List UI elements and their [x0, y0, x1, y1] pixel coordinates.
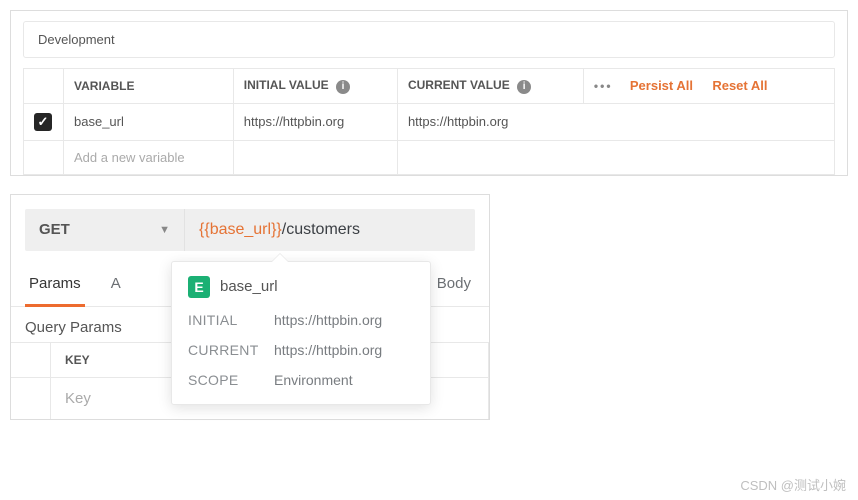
col-initial-value: INITIAL VALUE i [233, 69, 397, 104]
variable-tooltip: E base_url INITIAL https://httpbin.org C… [171, 261, 431, 405]
tab-params[interactable]: Params [25, 265, 85, 307]
persist-all-button[interactable]: Persist All [630, 78, 693, 93]
tooltip-current-value: https://httpbin.org [274, 342, 414, 358]
col-current-value: CURRENT VALUE i [397, 69, 583, 104]
add-variable-input[interactable]: Add a new variable [64, 140, 234, 174]
tooltip-initial-label: INITIAL [188, 312, 274, 328]
chevron-down-icon: ▼ [159, 224, 170, 236]
col-initial-label: INITIAL VALUE [244, 78, 329, 92]
initial-value-cell[interactable]: https://httpbin.org [233, 103, 397, 140]
url-input[interactable]: {{base_url}}/customers [185, 209, 475, 251]
tooltip-header: E base_url [188, 276, 414, 298]
kv-spacer [11, 343, 51, 378]
watermark-text: CSDN @测试小婉 [740, 475, 846, 494]
table-row: ✓ base_url https://httpbin.org https://h… [24, 103, 835, 140]
tooltip-scope-value: Environment [274, 372, 414, 388]
environment-panel: Development VARIABLE INITIAL VALUE i CUR… [10, 10, 848, 176]
variables-table: VARIABLE INITIAL VALUE i CURRENT VALUE i… [23, 68, 835, 175]
kv-spacer [11, 378, 51, 419]
method-select[interactable]: GET ▼ [25, 209, 185, 251]
tooltip-scope-label: SCOPE [188, 372, 274, 388]
tab-authorization-truncated[interactable]: A [107, 265, 125, 306]
add-current-empty[interactable] [397, 140, 834, 174]
row-checkbox-cell[interactable]: ✓ [24, 103, 64, 140]
tab-body[interactable]: Body [433, 265, 475, 306]
checkbox-header [24, 69, 64, 104]
url-variable-token: {{base_url}} [199, 221, 282, 239]
method-label: GET [39, 221, 70, 238]
variable-name-cell[interactable]: base_url [64, 103, 234, 140]
tooltip-variable-name: base_url [220, 278, 278, 295]
col-variable: VARIABLE [64, 69, 234, 104]
tooltip-initial-value: https://httpbin.org [274, 312, 414, 328]
row-checkbox-cell-empty [24, 140, 64, 174]
url-path: /customers [282, 221, 360, 239]
tooltip-grid: INITIAL https://httpbin.org CURRENT http… [188, 312, 414, 388]
actions-header: ••• Persist All Reset All [583, 69, 834, 104]
environment-title[interactable]: Development [23, 21, 835, 58]
add-initial-empty[interactable] [233, 140, 397, 174]
env-badge-icon: E [188, 276, 210, 298]
col-current-label: CURRENT VALUE [408, 78, 510, 92]
reset-all-button[interactable]: Reset All [712, 78, 767, 93]
info-icon[interactable]: i [336, 80, 350, 94]
info-icon[interactable]: i [517, 80, 531, 94]
more-actions-button[interactable]: ••• [594, 79, 613, 93]
table-row-add[interactable]: Add a new variable [24, 140, 835, 174]
checkbox-icon[interactable]: ✓ [34, 113, 52, 131]
current-value-cell[interactable]: https://httpbin.org [397, 103, 834, 140]
request-line: GET ▼ {{base_url}}/customers [25, 209, 475, 251]
tooltip-current-label: CURRENT [188, 342, 274, 358]
request-panel: GET ▼ {{base_url}}/customers E base_url … [10, 194, 490, 420]
